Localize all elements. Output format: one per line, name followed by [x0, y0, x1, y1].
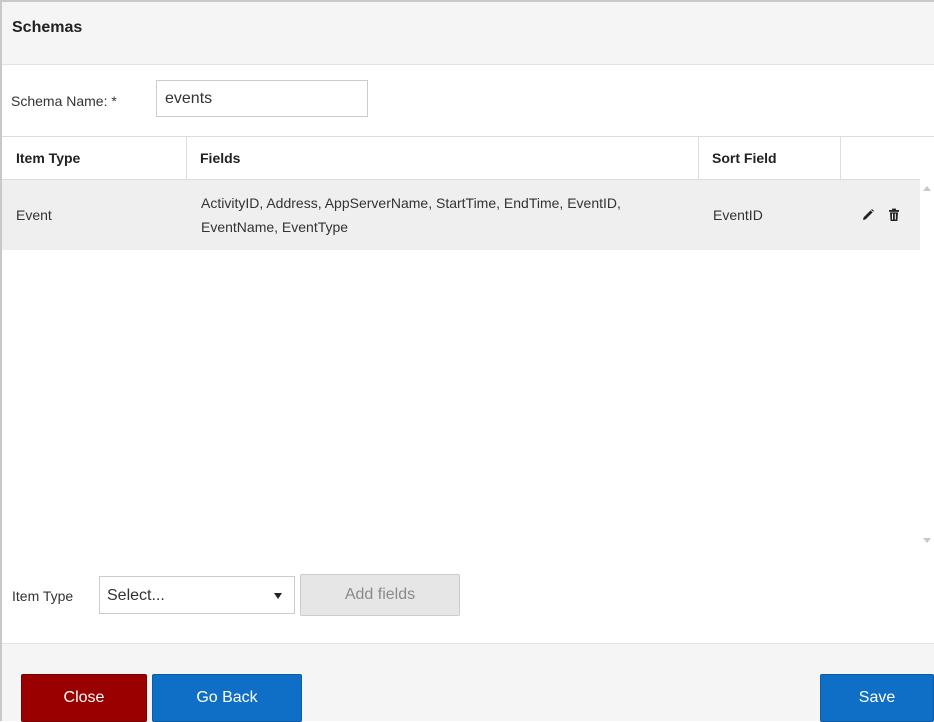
schema-name-row: Schema Name: * — [2, 65, 934, 136]
grid-header: Item Type Fields Sort Field — [2, 137, 920, 180]
column-header-fields[interactable]: Fields — [186, 137, 698, 179]
table-row[interactable]: Event ActivityID, Address, AppServerName… — [2, 180, 920, 250]
pencil-icon[interactable] — [860, 207, 876, 223]
go-back-button[interactable]: Go Back — [152, 674, 302, 722]
item-type-label: Item Type — [12, 588, 74, 604]
item-type-select-value: Select... — [107, 587, 165, 604]
cell-fields-text: ActivityID, Address, AppServerName, Star… — [201, 195, 621, 235]
item-types-grid: Item Type Fields Sort Field Event Activi… — [2, 136, 934, 551]
row-actions — [860, 207, 910, 223]
cell-sort-field: EventID — [713, 207, 763, 223]
dialog-title: Schemas — [12, 19, 83, 36]
column-header-sort-field[interactable]: Sort Field — [698, 137, 840, 179]
schema-name-label: Schema Name: * — [11, 93, 117, 109]
schemas-dialog: Schemas Schema Name: * Item Type Fields … — [0, 0, 934, 722]
grid-scrollbar[interactable] — [920, 180, 934, 549]
schema-name-input[interactable] — [156, 80, 368, 117]
save-button[interactable]: Save — [820, 674, 934, 722]
cell-item-type: Event — [16, 207, 52, 223]
trash-icon[interactable] — [886, 207, 902, 223]
chevron-down-icon — [274, 593, 282, 599]
scroll-down-arrow-icon[interactable] — [923, 538, 931, 543]
add-item-type-row: Item Type Select... Add fields — [2, 550, 934, 642]
add-fields-button[interactable]: Add fields — [300, 574, 460, 616]
dialog-title-bar: Schemas — [2, 2, 934, 65]
scroll-up-arrow-icon[interactable] — [923, 186, 931, 191]
column-header-item-type[interactable]: Item Type — [2, 137, 186, 179]
close-button[interactable]: Close — [21, 674, 147, 722]
dialog-footer: Close Go Back Save — [2, 643, 934, 722]
cell-fields: ActivityID, Address, AppServerName, Star… — [187, 180, 697, 250]
item-type-select[interactable]: Select... — [99, 576, 295, 614]
